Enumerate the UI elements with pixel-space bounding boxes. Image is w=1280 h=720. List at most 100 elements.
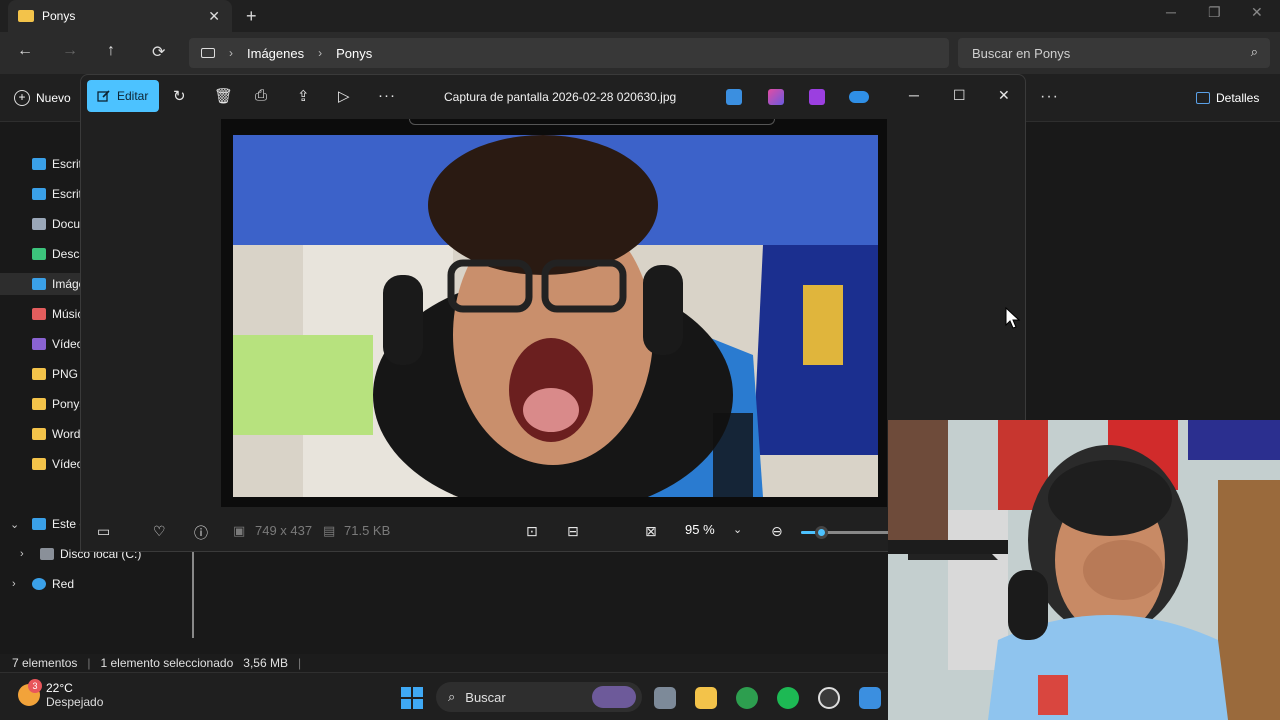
edit-label: Editar: [117, 89, 149, 103]
file-explorer-icon[interactable]: [695, 687, 717, 709]
windows-logo-tile: [413, 687, 423, 697]
close-tab-icon[interactable]: ✕: [208, 8, 220, 25]
tree-item-this-pc[interactable]: Este e: [32, 513, 86, 535]
delete-icon[interactable]: 🗑: [214, 87, 233, 105]
sidebar-item-label: Músic: [52, 307, 84, 321]
taskbar-search[interactable]: ⌕ Buscar: [436, 682, 642, 712]
breadcrumb-ponys[interactable]: Ponys: [336, 46, 372, 61]
drive-icon: [40, 548, 54, 560]
designer-app-icon[interactable]: [768, 89, 784, 105]
address-bar[interactable]: › Imágenes › Ponys: [189, 38, 949, 68]
image-dims-icon: ▣: [233, 523, 246, 538]
zoom-slider-thumb[interactable]: [815, 526, 828, 539]
close-window-icon[interactable]: ✕: [1251, 4, 1263, 21]
chevron-right-icon: ›: [318, 46, 323, 60]
maximize-icon[interactable]: ☐: [953, 87, 966, 104]
fit-window-icon[interactable]: ⊠: [645, 523, 657, 540]
onedrive-icon[interactable]: [849, 91, 869, 103]
explorer-titlebar: Ponys ✕ + ─ ❐ ✕: [0, 0, 1280, 32]
sidebar-item[interactable]: Músic: [32, 303, 83, 325]
navigation-bar: ← → ↑ ⟳ › Imágenes › Ponys Buscar en Pon…: [0, 32, 1280, 74]
search-input[interactable]: Buscar en Ponys ⌕: [958, 38, 1270, 68]
folder-icon: [32, 428, 46, 440]
sidebar-item-label: Imáge: [52, 277, 82, 291]
print-icon[interactable]: ⎙: [255, 87, 267, 104]
tree-label: Red: [52, 577, 75, 591]
refresh-button[interactable]: ⟳: [152, 42, 165, 62]
webcam-illustration: [888, 420, 1280, 720]
edit-button[interactable]: Editar: [87, 80, 159, 112]
chevron-right-icon[interactable]: ›: [12, 578, 16, 590]
download-icon: [32, 248, 46, 260]
webcam-overlay: [888, 420, 1280, 720]
sidebar-item[interactable]: Imáge: [0, 273, 82, 295]
sidebar-item[interactable]: Word: [32, 423, 80, 445]
file-size: 71.5 KB: [344, 523, 391, 538]
chrome-icon[interactable]: [736, 687, 758, 709]
weather-condition: Despejado: [46, 695, 104, 709]
more-options-icon[interactable]: ···: [378, 87, 396, 104]
sidebar-item[interactable]: Vídeo: [32, 453, 83, 475]
details-button[interactable]: Detalles: [1196, 91, 1259, 105]
folder-icon: [32, 368, 46, 380]
zoom-out-icon[interactable]: ⊖: [771, 523, 783, 540]
file-size-icon: ▤: [323, 523, 336, 538]
sidebar-item[interactable]: Ponys: [32, 393, 85, 415]
sidebar-item-label: Word: [52, 427, 81, 441]
search-icon: ⌕: [448, 689, 456, 704]
image-canvas[interactable]: [221, 119, 887, 507]
weather-widget[interactable]: 3 22°C Despejado: [18, 679, 104, 709]
windows-logo-tile: [401, 699, 411, 709]
search-icon: ⌕: [1250, 44, 1258, 59]
favorite-heart-icon[interactable]: ♡: [153, 523, 166, 540]
share-icon[interactable]: ⇪: [297, 87, 310, 105]
divider: |: [297, 656, 302, 670]
new-tab-button[interactable]: +: [246, 6, 257, 27]
tab-title: Ponys: [42, 9, 76, 23]
spotify-icon[interactable]: [777, 687, 799, 709]
more-options-icon[interactable]: ···: [1040, 88, 1059, 106]
scrollbar[interactable]: [192, 552, 194, 638]
new-button[interactable]: + Nuevo: [14, 90, 71, 106]
close-icon[interactable]: ✕: [998, 87, 1010, 104]
sidebar-item-label: PNG: [52, 367, 79, 381]
desktop-icon: [32, 188, 46, 200]
up-button[interactable]: ↑: [107, 42, 115, 60]
tree-item-network[interactable]: Red: [32, 573, 74, 595]
photo-illustration: [233, 135, 878, 497]
info-icon[interactable]: ⓘ: [194, 523, 208, 543]
zoom-level[interactable]: 95 %: [685, 522, 715, 537]
breadcrumb-images[interactable]: Imágenes: [247, 46, 304, 61]
windows-logo-tile: [401, 687, 411, 697]
sidebar-item[interactable]: Desca: [32, 243, 86, 265]
tab-ponys[interactable]: Ponys ✕: [8, 0, 232, 32]
text-extract-icon[interactable]: ⊟: [567, 523, 579, 540]
chevron-down-icon[interactable]: ⌄: [733, 523, 742, 536]
selection-size: 3,56 MB: [243, 656, 288, 670]
slideshow-icon[interactable]: ▷: [338, 87, 350, 105]
taskbar-search-label: Buscar: [465, 689, 506, 705]
zoom-slider[interactable]: [801, 526, 901, 539]
maximize-icon[interactable]: ❐: [1208, 4, 1221, 21]
chevron-right-icon[interactable]: ›: [20, 548, 24, 560]
photos-app-icon[interactable]: [859, 687, 881, 709]
windows-logo-tile: [413, 699, 423, 709]
filmstrip-handle[interactable]: [409, 119, 775, 125]
filmstrip-icon[interactable]: ▭: [97, 523, 110, 540]
forward-button[interactable]: →: [62, 42, 78, 60]
minimize-icon[interactable]: ─: [909, 87, 919, 103]
image-app-icon[interactable]: [726, 89, 742, 105]
clipchamp-app-icon[interactable]: [809, 89, 825, 105]
chevron-down-icon[interactable]: ⌄: [10, 518, 19, 531]
visual-search-icon[interactable]: ⊡: [526, 523, 538, 540]
sidebar-item[interactable]: Vídeo: [32, 333, 83, 355]
minimize-icon[interactable]: ─: [1166, 4, 1176, 20]
obs-icon[interactable]: [818, 687, 840, 709]
selection-text: 1 elemento seleccionado: [100, 656, 234, 670]
start-button[interactable]: [401, 687, 423, 709]
new-label: Nuevo: [36, 91, 71, 105]
sidebar-item[interactable]: PNG: [32, 363, 78, 385]
back-button[interactable]: ←: [17, 42, 33, 60]
task-view-icon[interactable]: [654, 687, 676, 709]
rotate-icon[interactable]: ↻: [173, 87, 186, 105]
